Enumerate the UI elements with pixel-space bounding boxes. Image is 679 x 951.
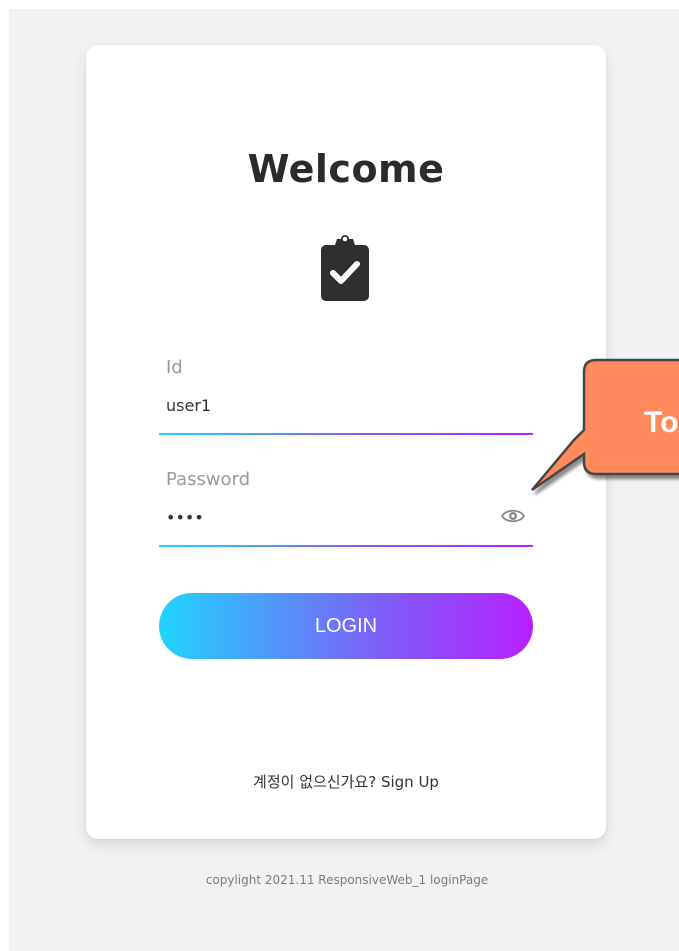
callout-text: To [644,406,679,439]
login-button[interactable]: LOGIN [159,593,533,659]
password-field: Password [159,467,533,551]
signup-row: 계정이 없으신가요? Sign Up [86,771,606,792]
signup-prompt: 계정이 없으신가요? [253,773,377,791]
id-field: Id [159,355,533,439]
page-title: Welcome [247,147,445,191]
password-label: Password [166,469,251,490]
clipboard-check-icon [321,235,369,301]
signup-link[interactable]: Sign Up [381,773,439,791]
id-label: Id [166,357,183,378]
eye-icon[interactable] [501,507,525,525]
id-input[interactable] [166,393,496,417]
password-underline [159,545,533,547]
password-input[interactable] [166,505,496,529]
copyright-text: copylight 2021.11 ResponsiveWeb_1 loginP… [205,873,489,887]
id-underline [159,433,533,435]
